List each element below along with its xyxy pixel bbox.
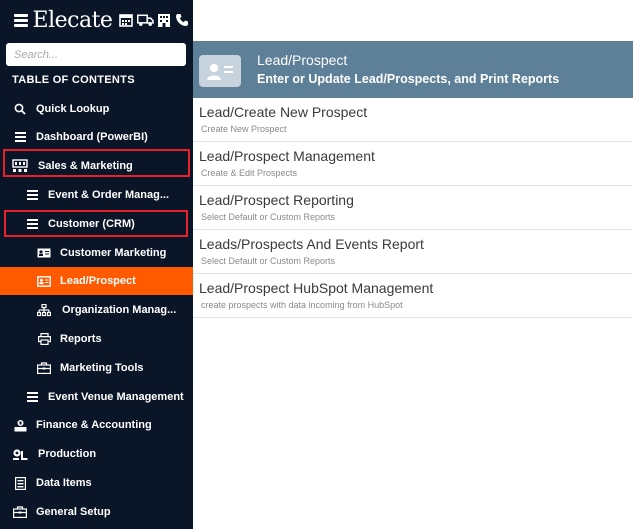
row-subtitle: Create New Prospect xyxy=(201,124,287,134)
nav-marketing-tools[interactable]: Marketing Tools xyxy=(0,354,193,382)
list-icon xyxy=(12,129,28,145)
finance-icon xyxy=(12,417,28,433)
nav-general-setup[interactable]: General Setup xyxy=(0,498,193,526)
contact-card-icon xyxy=(36,273,52,289)
list-icon xyxy=(24,187,40,203)
list-icon xyxy=(24,389,40,405)
nav-finance-accounting[interactable]: Finance & Accounting xyxy=(0,411,193,439)
printer-icon xyxy=(36,331,52,347)
nav-data-items[interactable]: Data Items xyxy=(0,469,193,497)
org-chart-icon xyxy=(36,302,52,318)
truck-icon[interactable] xyxy=(136,11,154,29)
page-subtitle: Enter or Update Lead/Prospects, and Prin… xyxy=(257,72,560,86)
toc-title: TABLE OF CONTENTS xyxy=(12,74,135,86)
row-title: Lead/Prospect Reporting xyxy=(199,192,354,208)
menu-row-prospects-events-report[interactable]: Leads/Prospects And Events Report Select… xyxy=(193,230,633,274)
sidebar: Elecate TABLE OF CONTENTS Quick Lookup D… xyxy=(0,0,193,529)
menu-row-create-new-prospect[interactable]: Lead/Create New Prospect Create New Pros… xyxy=(193,98,633,142)
search-input[interactable] xyxy=(6,43,186,66)
highlight-sales-marketing xyxy=(3,149,190,177)
nav-event-venue-management[interactable]: Event Venue Management xyxy=(0,383,193,411)
nav-label: Organization Manag... xyxy=(62,304,177,316)
toolbox-icon xyxy=(36,360,52,376)
row-title: Lead/Create New Prospect xyxy=(199,104,368,120)
nav-label: General Setup xyxy=(36,506,111,518)
nav-organization-management[interactable]: Organization Manag... xyxy=(0,296,193,324)
hamburger-menu-icon[interactable] xyxy=(14,14,28,27)
row-subtitle: create prospects with data incoming from… xyxy=(201,300,403,310)
nav-label: Marketing Tools xyxy=(60,362,144,374)
nav-label: Reports xyxy=(60,333,102,345)
contact-card-icon xyxy=(199,55,241,87)
nav-label: Lead/Prospect xyxy=(60,275,136,287)
nav-label: Dashboard (PowerBI) xyxy=(36,131,148,143)
nav-label: Event Venue Management xyxy=(48,391,184,403)
nav-label: Finance & Accounting xyxy=(36,419,152,431)
data-items-icon xyxy=(12,475,28,491)
nav-label: Customer Marketing xyxy=(60,247,167,259)
row-subtitle: Create & Edit Prospects xyxy=(201,168,298,178)
building-icon[interactable] xyxy=(157,11,172,29)
row-subtitle: Select Default or Custom Reports xyxy=(201,256,336,266)
nav-event-order-management[interactable]: Event & Order Manag... xyxy=(0,181,193,209)
page-title: Lead/Prospect xyxy=(257,52,348,68)
nav-label: Event & Order Manag... xyxy=(48,189,170,201)
nav-production[interactable]: Production xyxy=(0,440,193,468)
menu-row-hubspot-management[interactable]: Lead/Prospect HubSpot Management create … xyxy=(193,274,633,318)
menu-row-prospect-management[interactable]: Lead/Prospect Management Create & Edit P… xyxy=(193,142,633,186)
production-icon xyxy=(12,446,28,462)
row-subtitle: Select Default or Custom Reports xyxy=(201,212,336,222)
menu-row-prospect-reporting[interactable]: Lead/Prospect Reporting Select Default o… xyxy=(193,186,633,230)
id-card-icon xyxy=(36,245,52,261)
nav-label: Production xyxy=(38,448,97,460)
nav-reports[interactable]: Reports xyxy=(0,325,193,353)
row-title: Lead/Prospect HubSpot Management xyxy=(199,280,434,296)
top-bar: Elecate xyxy=(0,0,193,40)
highlight-customer-crm xyxy=(4,210,188,237)
toolbox-icon xyxy=(12,504,28,520)
page-header: Lead/Prospect Enter or Update Lead/Prosp… xyxy=(193,41,633,98)
nav-quick-lookup[interactable]: Quick Lookup xyxy=(0,95,193,123)
calendar-icon[interactable] xyxy=(118,11,133,29)
row-title: Lead/Prospect Management xyxy=(199,148,375,164)
nav-label: Data Items xyxy=(36,477,92,489)
phone-icon[interactable] xyxy=(175,11,190,29)
search-icon xyxy=(12,101,28,117)
brand-logo: Elecate xyxy=(32,7,113,33)
nav-lead-prospect[interactable]: Lead/Prospect xyxy=(0,267,193,295)
row-title: Leads/Prospects And Events Report xyxy=(199,236,424,252)
nav-dashboard[interactable]: Dashboard (PowerBI) xyxy=(0,123,193,151)
nav-label: Quick Lookup xyxy=(36,103,110,115)
nav-customer-marketing[interactable]: Customer Marketing xyxy=(0,239,193,267)
